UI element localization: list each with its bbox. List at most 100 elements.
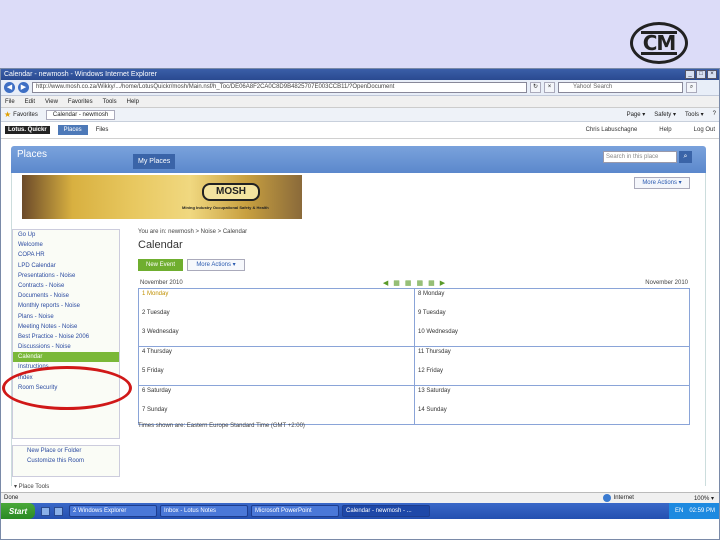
- address-bar: ◀ ▶ http://www.mosh.co.za/Wikky/.../home…: [1, 80, 719, 96]
- files-link[interactable]: Files: [96, 127, 109, 133]
- menu-help[interactable]: Help: [127, 99, 139, 105]
- start-button[interactable]: Start: [1, 503, 35, 519]
- zoom-level[interactable]: 100% ▾: [694, 495, 714, 502]
- nav-item-copa-hr[interactable]: COPA HR: [13, 250, 119, 260]
- show-desktop-icon[interactable]: [41, 506, 50, 516]
- favorites-button[interactable]: ★ Favorites: [4, 110, 38, 119]
- banner-row: MOSH Mining Industry Occupational Safety…: [11, 173, 706, 221]
- taskbar-button[interactable]: 2 Windows Explorer: [69, 505, 157, 517]
- user-name[interactable]: Chris Labuschagne: [586, 127, 638, 133]
- places-button[interactable]: Places: [57, 125, 88, 135]
- week-view-icon[interactable]: ▦: [405, 279, 412, 287]
- nav-item-lpd-calendar[interactable]: LPD Calendar: [13, 261, 119, 271]
- taskbar-button[interactable]: Calendar - newmosh - ...: [342, 505, 430, 517]
- day-cell[interactable]: 5 Friday: [139, 366, 414, 385]
- nav-item-plans[interactable]: Plans - Noise: [13, 312, 119, 322]
- nav-item-welcome[interactable]: Welcome: [13, 240, 119, 250]
- day-cell[interactable]: 9 Tuesday: [415, 308, 689, 327]
- place-actions-box: New Place or Folder Customize this Room: [12, 445, 120, 477]
- search-icon[interactable]: ⌕: [679, 151, 692, 163]
- next-icon[interactable]: ▶: [440, 279, 445, 287]
- month-label-right: November 2010: [645, 280, 688, 286]
- zone-label: Internet: [613, 495, 634, 501]
- address-input[interactable]: http://www.mosh.co.za/Wikky/.../home/Lot…: [32, 82, 527, 93]
- more-actions-button[interactable]: More Actions ▾: [634, 177, 690, 189]
- back-icon[interactable]: ◀: [4, 82, 15, 93]
- day-cell[interactable]: 4 Thursday: [139, 347, 414, 366]
- search-icon[interactable]: ⌕: [686, 82, 697, 93]
- previous-icon[interactable]: ◀: [383, 279, 388, 287]
- two-week-view-icon[interactable]: ▦: [417, 279, 424, 287]
- close-icon[interactable]: ×: [707, 70, 717, 79]
- window-title: Calendar - newmosh - Windows Internet Ex…: [4, 71, 157, 78]
- mosh-subtitle: Mining Industry Occupational Safety & He…: [182, 205, 269, 210]
- tools-menu[interactable]: Tools ▾: [685, 111, 704, 118]
- help-icon[interactable]: ?: [713, 111, 716, 118]
- new-event-button[interactable]: New Event: [138, 259, 183, 271]
- page-title: Calendar: [138, 239, 183, 251]
- my-places-tab[interactable]: My Places: [133, 154, 176, 169]
- menu-view[interactable]: View: [45, 99, 58, 105]
- status-bar: Done Internet 100% ▾: [1, 492, 719, 503]
- new-place-folder-link[interactable]: New Place or Folder: [13, 446, 119, 456]
- nav-item-contracts[interactable]: Contracts - Noise: [13, 281, 119, 291]
- nav-item-presentations[interactable]: Presentations - Noise: [13, 271, 119, 281]
- menu-edit[interactable]: Edit: [25, 99, 35, 105]
- menu-favorites[interactable]: Favorites: [68, 99, 93, 105]
- place-search-input[interactable]: Search in this place: [603, 151, 677, 163]
- menu-file[interactable]: File: [5, 99, 15, 105]
- place-tools-toggle[interactable]: ▾ Place Tools: [12, 483, 49, 490]
- nav-item-documents[interactable]: Documents - Noise: [13, 291, 119, 301]
- day-cell[interactable]: 7 Sunday: [139, 405, 414, 424]
- forward-icon[interactable]: ▶: [18, 82, 29, 93]
- taskbar-button[interactable]: Microsoft PowerPoint: [251, 505, 339, 517]
- day-cell[interactable]: 8 Monday: [415, 289, 689, 308]
- nav-item-best-practice[interactable]: Best Practice - Noise 2006: [13, 332, 119, 342]
- globe-icon: [602, 494, 611, 502]
- logout-link[interactable]: Log Out: [694, 127, 715, 133]
- clock: 02:59 PM: [689, 508, 715, 514]
- highlight-circle: [2, 366, 132, 410]
- day-view-icon[interactable]: ▦: [393, 279, 400, 287]
- day-cell[interactable]: 10 Wednesday: [415, 327, 689, 346]
- page-menu[interactable]: Page ▾: [627, 111, 646, 118]
- cm-logo: CM: [630, 22, 688, 64]
- day-cell[interactable]: 1 Monday: [139, 289, 414, 308]
- nav-item-discussions[interactable]: Discussions - Noise: [13, 342, 119, 352]
- taskbar-button[interactable]: Inbox - Lotus Notes: [160, 505, 248, 517]
- nav-item-monthly-reports[interactable]: Monthly reports - Noise: [13, 301, 119, 311]
- customize-room-link[interactable]: Customize this Room: [13, 456, 119, 466]
- nav-item-calendar[interactable]: Calendar: [13, 352, 119, 363]
- day-cell[interactable]: 13 Saturday: [415, 386, 689, 405]
- language-indicator[interactable]: EN: [675, 508, 683, 514]
- security-zone: Internet: [602, 494, 634, 502]
- ie-icon[interactable]: [54, 506, 63, 516]
- day-cell[interactable]: 12 Friday: [415, 366, 689, 385]
- title-bar: Calendar - newmosh - Windows Internet Ex…: [1, 69, 719, 80]
- day-cell[interactable]: 11 Thursday: [415, 347, 689, 366]
- day-cell[interactable]: 2 Tuesday: [139, 308, 414, 327]
- minimize-icon[interactable]: _: [685, 70, 695, 79]
- help-link[interactable]: Help: [659, 127, 671, 133]
- day-cell[interactable]: 3 Wednesday: [139, 327, 414, 346]
- nav-item-go-up[interactable]: Go Up: [13, 230, 119, 240]
- stop-icon[interactable]: ×: [544, 82, 555, 93]
- nav-item-meeting-notes[interactable]: Meeting Notes - Noise: [13, 322, 119, 332]
- favorites-label: Favorites: [13, 111, 38, 118]
- maximize-icon[interactable]: □: [696, 70, 706, 79]
- star-icon: ★: [4, 110, 12, 119]
- windows-taskbar: Start 2 Windows Explorer Inbox - Lotus N…: [1, 503, 719, 519]
- safety-menu[interactable]: Safety ▾: [654, 111, 676, 118]
- day-cell[interactable]: 6 Saturday: [139, 386, 414, 405]
- search-input[interactable]: Yahoo! Search: [558, 82, 683, 93]
- day-cell[interactable]: 14 Sunday: [415, 405, 689, 424]
- refresh-icon[interactable]: ↻: [530, 82, 541, 93]
- calendar-more-actions-button[interactable]: More Actions ▾: [187, 259, 245, 271]
- browser-tab[interactable]: Calendar - newmosh: [45, 109, 116, 120]
- breadcrumb: You are in: newmosh > Noise > Calendar: [138, 229, 248, 235]
- calendar-grid: 1 Monday 2 Tuesday 3 Wednesday 8 Monday …: [138, 289, 690, 425]
- month-view-icon[interactable]: ▦: [428, 279, 435, 287]
- quick-launch: [41, 506, 63, 516]
- quickr-header: Lotus. Quickr Places Files Chris Labusch…: [1, 122, 719, 139]
- menu-tools[interactable]: Tools: [103, 99, 117, 105]
